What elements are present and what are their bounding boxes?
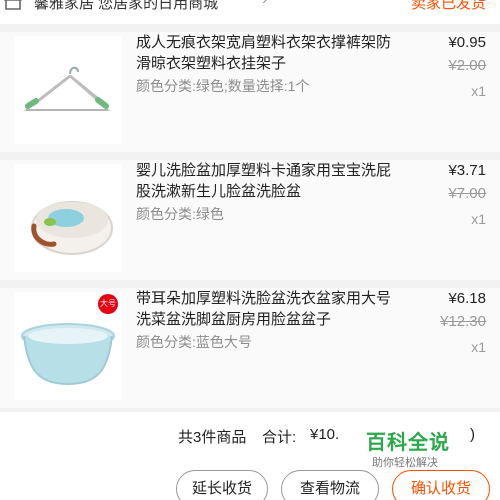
total-tail: ) bbox=[470, 426, 475, 443]
extend-receipt-button[interactable]: 延长收货 bbox=[176, 470, 268, 500]
total-amount: ¥10. bbox=[310, 426, 340, 443]
item-original-price: ¥12.30 bbox=[440, 313, 486, 330]
size-badge: 大号 bbox=[98, 294, 118, 314]
item-title[interactable]: 婴儿洗脸盆加厚塑料卡通家用宝宝洗屁股洗漱新生儿脸盆洗脸盆 bbox=[136, 160, 398, 202]
item-quantity: x1 bbox=[471, 211, 486, 227]
order-item-hanger[interactable]: 成人无痕衣架宽肩塑料衣架衣撑裤架防滑晾衣架塑料衣挂架子 颜色分类:绿色;数量选择… bbox=[0, 32, 500, 152]
item-original-price: ¥7.00 bbox=[448, 185, 486, 202]
watermark-subtitle: 助你轻松解决 bbox=[372, 457, 438, 469]
chevron-right-icon[interactable]: › bbox=[262, 0, 267, 9]
store-icon bbox=[2, 0, 24, 12]
total-label: 合计: bbox=[262, 429, 297, 446]
item-spec: 颜色分类:蓝色大号 bbox=[136, 334, 252, 350]
item-quantity: x1 bbox=[471, 83, 486, 99]
product-thumbnail[interactable] bbox=[14, 36, 122, 144]
product-thumbnail[interactable] bbox=[14, 164, 122, 272]
item-price: ¥6.18 bbox=[448, 290, 486, 307]
item-quantity: x1 bbox=[471, 339, 486, 355]
item-price: ¥0.95 bbox=[448, 34, 486, 51]
store-header: 馨雅家居 您居家的日用商城 › 卖家已发货 bbox=[0, 0, 500, 24]
product-thumbnail[interactable]: 大号 bbox=[14, 292, 122, 400]
item-original-price: ¥2.00 bbox=[448, 57, 486, 74]
confirm-receipt-button[interactable]: 确认收货 bbox=[392, 470, 490, 500]
order-summary: 共3件商品 合计: ¥10. ) 百科全说 助你轻松解决 延长收货 查看物流 确… bbox=[0, 412, 500, 500]
item-spec: 颜色分类:绿色;数量选择:1个 bbox=[136, 78, 310, 94]
view-logistics-button[interactable]: 查看物流 bbox=[281, 470, 379, 500]
order-status: 卖家已发货 bbox=[410, 0, 486, 12]
store-name[interactable]: 馨雅家居 您居家的日用商城 bbox=[34, 0, 218, 13]
item-spec: 颜色分类:绿色 bbox=[136, 206, 224, 222]
item-title[interactable]: 成人无痕衣架宽肩塑料衣架衣撑裤架防滑晾衣架塑料衣挂架子 bbox=[136, 32, 398, 74]
item-title[interactable]: 带耳朵加厚塑料洗脸盆洗衣盆家用大号洗菜盆洗脚盆厨房用脸盆盆子 bbox=[136, 288, 398, 330]
order-item-blue-basin[interactable]: 大号 带耳朵加厚塑料洗脸盆洗衣盆家用大号洗菜盆洗脚盆厨房用脸盆盆子 颜色分类:蓝… bbox=[0, 288, 500, 408]
watermark-logo: 百科全说 bbox=[366, 432, 450, 454]
item-price: ¥3.71 bbox=[448, 162, 486, 179]
order-item-baby-basin[interactable]: 婴儿洗脸盆加厚塑料卡通家用宝宝洗屁股洗漱新生儿脸盆洗脸盆 颜色分类:绿色 ¥3.… bbox=[0, 160, 500, 280]
item-count: 共3件商品 bbox=[178, 429, 247, 446]
